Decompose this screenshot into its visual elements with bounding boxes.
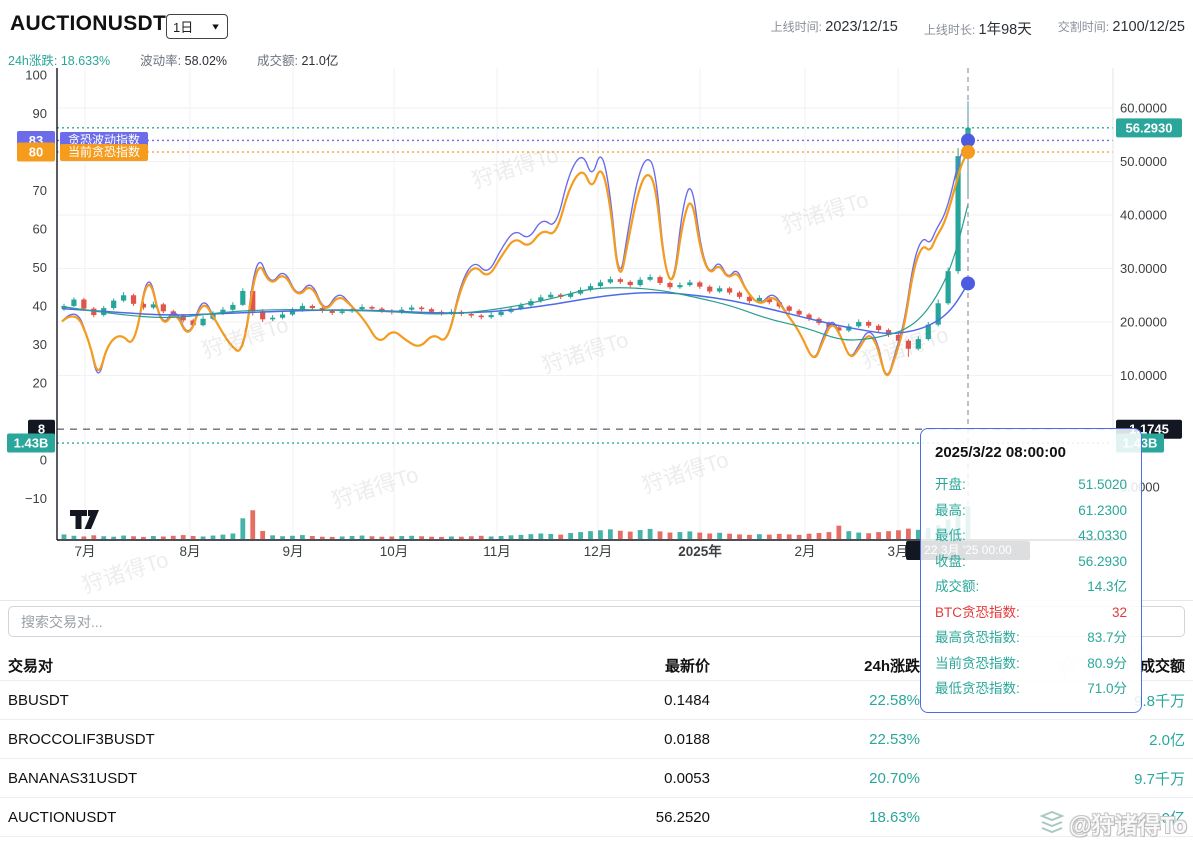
listing-stats: 上线时间: 2023/12/15 上线时长: 1年98天 交割时间: 2100/12… (771, 18, 1185, 39)
fear-volatility-index (62, 140, 968, 374)
svg-text:9月: 9月 (282, 544, 303, 559)
ohlc-tooltip: 2025/3/22 08:00:00 开盘:51.5020最高:61.2300最… (920, 428, 1142, 713)
col-price[interactable]: 最新价 (420, 655, 710, 676)
listing-stat-2: 交割时间: 2100/12/25 (1058, 18, 1185, 39)
credit-text: @狩诸得To (1069, 806, 1187, 840)
svg-text:70: 70 (33, 183, 47, 198)
market-substats: 24h涨跌: 18.633% 波动率: 58.02% 成交额: 21.0亿 (8, 50, 338, 69)
svg-text:11月: 11月 (483, 544, 511, 559)
gem-icon (1039, 811, 1065, 835)
substat-1: 波动率: 58.02% (140, 50, 227, 69)
svg-text:80: 80 (29, 145, 43, 160)
svg-text:0: 0 (40, 453, 47, 468)
svg-text:1.43B: 1.43B (14, 436, 49, 451)
svg-text:50: 50 (33, 260, 47, 275)
svg-text:8月: 8月 (179, 544, 200, 559)
tooltip-row: 成交额:14.3亿 (935, 574, 1127, 600)
credit-watermark: @狩诸得To (1039, 806, 1187, 840)
svg-text:10.0000: 10.0000 (1120, 368, 1167, 383)
tooltip-row: 当前贪恐指数:80.9分 (935, 651, 1127, 677)
listing-stat-1: 上线时长: 1年98天 (924, 18, 1032, 39)
svg-text:60.0000: 60.0000 (1120, 101, 1167, 116)
substat-2: 成交额: 21.0亿 (257, 50, 338, 69)
candles (61, 101, 970, 356)
svg-text:−10: −10 (25, 491, 47, 506)
time-axis-labels[interactable]: 7月8月9月10月11月12月2025年2月3月 (74, 543, 908, 559)
svg-text:40: 40 (33, 299, 47, 314)
tooltip-row: 最低:43.0330 (935, 523, 1127, 549)
trading-app: 56.2930838081.17451.43B1.43B100907060504… (0, 0, 1193, 847)
green-ma (62, 204, 968, 340)
tooltip-row: 最高贪恐指数:83.7分 (935, 625, 1127, 651)
tooltip-date: 2025/3/22 08:00:00 (935, 444, 1127, 461)
svg-text:12月: 12月 (584, 544, 613, 559)
legend-current-fear[interactable]: 当前贪恐指数 (60, 144, 148, 161)
col-change[interactable]: 24h涨跌 (710, 655, 920, 676)
tooltip-row: 最高:61.2300 (935, 498, 1127, 524)
svg-text:10月: 10月 (380, 544, 409, 559)
svg-text:2025年: 2025年 (678, 543, 722, 559)
chevron-down-icon: ▼ (210, 22, 221, 32)
svg-text:30.0000: 30.0000 (1120, 261, 1167, 276)
series-end-dot (961, 145, 975, 159)
svg-text:90: 90 (33, 106, 47, 121)
svg-text:50.0000: 50.0000 (1120, 154, 1167, 169)
interval-select[interactable]: 1日 ▼ (166, 14, 228, 39)
table-row[interactable]: AUCTIONUSDT 56.2520 18.63% 21.0亿 (0, 797, 1193, 836)
col-pair[interactable]: 交易对 (0, 655, 420, 676)
current-fear-index (62, 152, 968, 375)
table-row[interactable]: BANANAS31USDT 0.0053 20.70% 9.7千万 (0, 758, 1193, 797)
svg-text:60: 60 (33, 222, 47, 237)
table-row[interactable]: BANANAUSDT 26.3430 17.35% 2.4亿 (0, 836, 1193, 847)
svg-text:20.0000: 20.0000 (1120, 315, 1167, 330)
header: AUCTIONUSDT 1日 ▼ 上线时间: 2023/12/15 上线时长: 1… (0, 0, 1193, 46)
table-row[interactable]: BROCCOLIF3BUSDT 0.0188 22.53% 2.0亿 (0, 719, 1193, 758)
series-end-dot (961, 276, 975, 290)
listing-stat-0: 上线时间: 2023/12/15 (771, 18, 898, 39)
interval-value: 1日 (173, 17, 193, 36)
svg-text:20: 20 (33, 376, 47, 391)
tooltip-row: 最低贪恐指数:71.0分 (935, 676, 1127, 702)
svg-text:7月: 7月 (74, 544, 95, 559)
tooltip-row: BTC贪恐指数:32 (935, 600, 1127, 626)
svg-text:40.0000: 40.0000 (1120, 208, 1167, 223)
svg-text:30: 30 (33, 337, 47, 352)
page-title: AUCTIONUSDT (10, 12, 166, 36)
tooltip-row: 收盘:56.2930 (935, 549, 1127, 575)
tooltip-row: 开盘:51.5020 (935, 472, 1127, 498)
substat-0: 24h涨跌: 18.633% (8, 50, 110, 69)
svg-text:100: 100 (25, 68, 47, 83)
volume-bars (62, 506, 971, 539)
svg-text:56.2930: 56.2930 (1126, 120, 1173, 135)
svg-text:2月: 2月 (794, 544, 815, 559)
